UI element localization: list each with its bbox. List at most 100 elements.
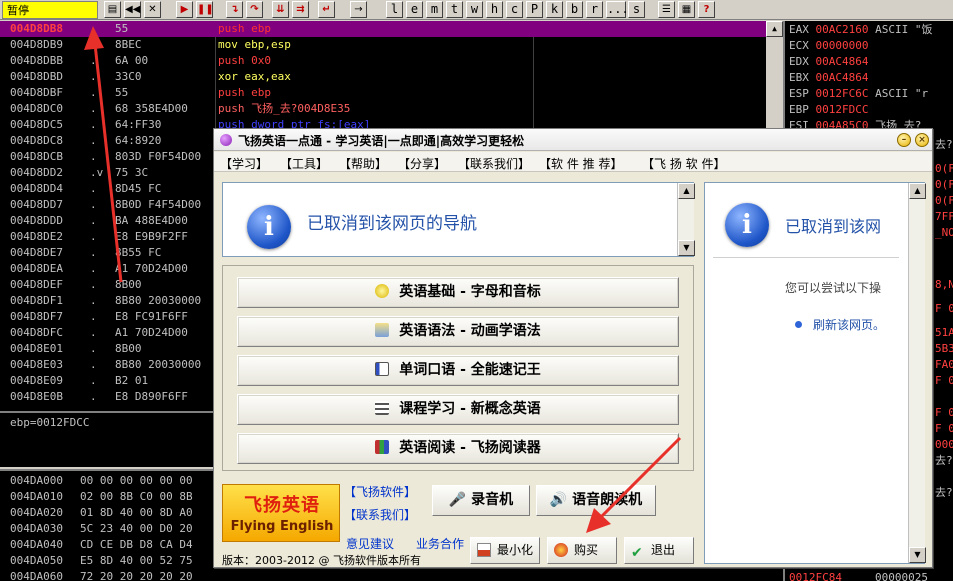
jump-marker: . [90,214,97,227]
pause-icon[interactable]: ❚❚ [196,1,214,18]
minimize-button[interactable]: 最小化 [470,537,540,564]
trace-into-icon[interactable]: ⇊ [272,1,289,18]
buy-label: 购买 [574,543,599,557]
disassembly-row[interactable]: 004D8DBD. 33C0 xor eax,eax [0,69,766,85]
exit-button[interactable]: ✔ 退出 [624,537,694,564]
feedback-link[interactable]: 意见建议 [346,535,394,552]
instruction: mov ebp,esp [218,38,291,51]
run-icon[interactable]: ▶ [176,1,193,18]
register-row[interactable]: EDX 00AC4864 [789,54,875,70]
step-into-icon[interactable]: ↴ [226,1,243,18]
register-row[interactable]: ECX 00000000 [789,38,875,54]
register-fragment: 去? [935,454,953,467]
recorder-button[interactable]: 🎤 录音机 [432,485,530,516]
dump-address: 004DA020 [10,506,63,519]
register-fragment: F 0 [935,374,953,387]
menu-flying-software[interactable]: 【飞 扬 软 件】 [642,155,725,172]
disassembly-row[interactable]: 004D8DBF. 55 push ebp [0,85,766,101]
hex-bytes: 55 [115,22,129,35]
contact-us-link[interactable]: 【联系我们】 [344,506,416,523]
scroll-down-icon[interactable]: ▼ [678,240,695,256]
goto-icon[interactable]: → [350,1,367,18]
menu-help[interactable]: 【帮助】 [339,155,387,172]
open-folder-icon[interactable]: ▤ [104,1,121,18]
menu-study[interactable]: 【学习】 [220,155,268,172]
minimize-window-icon[interactable]: – [897,133,911,147]
scroll-down-icon[interactable]: ▼ [909,547,926,563]
register-row[interactable]: EBX 00AC4864 [789,70,875,86]
disassembly-row[interactable]: 004D8DC0. 68 358E4D00 push 飞扬_去?004D8E35 [0,101,766,117]
memory-map-button[interactable]: m [426,1,443,18]
window-grid-icon[interactable]: ▦ [678,1,695,18]
trace-over-icon[interactable]: ⇉ [292,1,309,18]
menu-contact[interactable]: 【联系我们】 [458,155,530,172]
execute-till-return-icon[interactable]: ↵ [318,1,335,18]
course-button-grammar[interactable]: 英语语法 - 动画学语法 [237,316,679,347]
hex-bytes: 8BEC [115,38,142,51]
register-fragment: 去? [935,138,953,151]
menu-tools[interactable]: 【工具】 [280,155,328,172]
jump-marker: . [90,342,97,355]
step-over-icon[interactable]: ↷ [246,1,263,18]
course-button-reading[interactable]: 英语阅读 - 飞扬阅读器 [237,433,679,464]
executable-modules-button[interactable]: e [406,1,423,18]
windows-button[interactable]: w [466,1,483,18]
word-list-icon [375,362,390,376]
jump-marker: . [90,182,97,195]
course-button-vocabulary[interactable]: 单词口语 - 全能速记王 [237,355,679,386]
course-button-basics[interactable]: 英语基础 - 字母和音标 [237,277,679,308]
register-fragment: 0(F [935,194,953,207]
cpu-button[interactable]: c [506,1,523,18]
nav-scrollbar[interactable]: ▲ ▼ [677,183,695,256]
hex-bytes: 8B55 FC [115,246,162,259]
references-button[interactable]: r [586,1,603,18]
disassembly-row[interactable]: 004D8DB8 55 push ebp [0,21,766,37]
register-row[interactable]: EBP 0012FDCC [789,102,875,118]
close-window-icon[interactable]: × [915,133,929,147]
address: 004D8DFC [10,326,63,339]
call-stack-button[interactable]: k [546,1,563,18]
address: 004D8DE7 [10,246,63,259]
help-icon[interactable]: ? [698,1,715,18]
jump-marker: . [90,86,97,99]
bullet-icon [795,321,802,328]
threads-button[interactable]: t [446,1,463,18]
breakpoints-button[interactable]: b [566,1,583,18]
stack-bottom-value: 00000025 [875,571,928,581]
list-icon[interactable]: ☰ [658,1,675,18]
log-window-button[interactable]: l [386,1,403,18]
scroll-up-icon[interactable]: ▲ [678,183,695,199]
menu-software-recommend[interactable]: 【软 件 推 荐】 [539,155,622,172]
run-trace-button[interactable]: ... [606,1,629,18]
address: 004D8DC8 [10,134,63,147]
disassembly-row[interactable]: 004D8DBB. 6A 00 push 0x0 [0,53,766,69]
handles-button[interactable]: h [486,1,503,18]
source-button[interactable]: s [628,1,645,18]
register-fragment: F 0 [935,422,953,435]
disassembly-row[interactable]: 004D8DB9. 8BEC mov ebp,esp [0,37,766,53]
rewind-icon[interactable]: ◀◀ [124,1,141,18]
course-button-new-concept[interactable]: 课程学习 - 新概念英语 [237,394,679,425]
refresh-page-link[interactable]: 刷新该网页。 [813,316,885,333]
register-row[interactable]: ESP 0012FC6C ASCII "r [789,86,928,102]
address: 004D8DDD [10,214,63,227]
register-fragment: FA0 [935,358,953,371]
web-scrollbar[interactable]: ▲ ▼ [908,183,926,563]
address: 004D8DEF [10,278,63,291]
scroll-up-icon[interactable]: ▲ [909,183,926,199]
hex-bytes: A1 70D24D00 [115,262,188,275]
instruction: push ebp [218,86,271,99]
window-titlebar[interactable]: 飞扬英语一点通 - 学习英语|一点即通|高效学习更轻松 – × [214,129,932,151]
patches-button[interactable]: P [526,1,543,18]
course-label: 英语语法 - 动画学语法 [399,323,541,339]
scroll-up-icon[interactable]: ▲ [766,21,783,37]
buy-button[interactable]: 购买 [547,537,617,564]
business-link[interactable]: 业务合作 [416,535,464,552]
close-icon[interactable]: ✕ [144,1,161,18]
recorder-label: 录音机 [471,492,514,508]
flying-software-link[interactable]: 【飞扬软件】 [344,483,416,500]
menu-share[interactable]: 【分享】 [398,155,446,172]
voice-reader-button[interactable]: 🔊 语音朗读机 [536,485,656,516]
register-row[interactable]: EAX 00AC2160 ASCII "饭 [789,22,932,38]
divider [713,257,899,258]
